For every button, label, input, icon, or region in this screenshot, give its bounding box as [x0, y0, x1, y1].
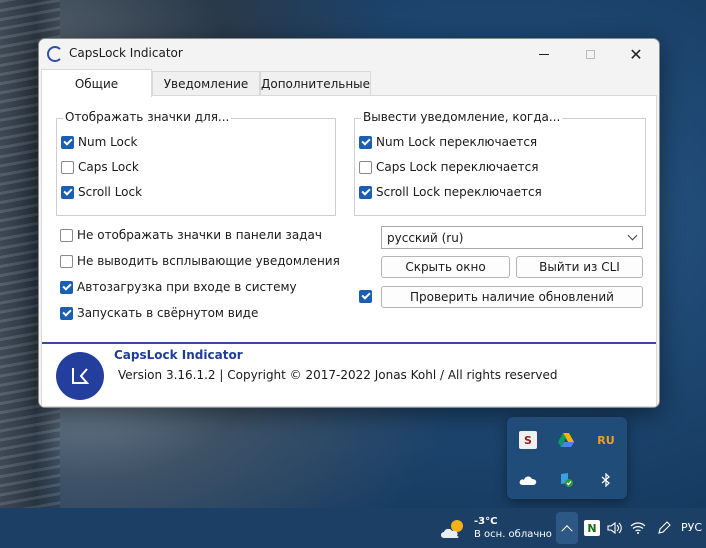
checkbox-checked[interactable]: [61, 185, 74, 199]
show-icons-legend: Отображать значки для...: [63, 110, 232, 124]
maximize-icon: [585, 49, 595, 59]
hide-taskbar-icons-checkbox[interactable]: Не отображать значки в панели задач: [60, 228, 322, 242]
window-title: CapsLock Indicator: [69, 46, 183, 60]
google-drive-glyph-icon: [558, 433, 574, 447]
capslock-app-icon: [47, 46, 63, 62]
taskbar: -3°C В осн. облачно N РУС: [0, 508, 706, 548]
notify-legend: Вывести уведомление, когда...: [361, 110, 563, 124]
numlock-icon-checkbox[interactable]: Num Lock: [61, 135, 137, 149]
settings-window: CapsLock Indicator ✕ Общие Уведомление Д…: [38, 38, 660, 408]
logo-glyph-icon: [72, 368, 90, 384]
checkbox-checked[interactable]: [61, 135, 74, 149]
checkbox-checked[interactable]: [359, 290, 372, 303]
tab-general[interactable]: Общие: [41, 69, 152, 97]
input-language-indicator[interactable]: РУС: [681, 521, 702, 534]
checkbox-unchecked[interactable]: [60, 254, 73, 268]
checkbox-label: Scroll Lock: [78, 185, 143, 199]
checkbox-unchecked[interactable]: [60, 228, 73, 242]
checkbox-label: Caps Lock переключается: [376, 160, 539, 174]
weather-widget[interactable]: -3°C В осн. облачно: [440, 516, 552, 542]
chevron-down-icon: [627, 230, 638, 241]
general-panel: Отображать значки для... Num Lock Caps L…: [41, 95, 657, 407]
check-updates-button[interactable]: Проверить наличие обновлений: [381, 286, 643, 308]
numlock-notify-checkbox[interactable]: Num Lock переключается: [359, 135, 537, 149]
cloud-glyph-icon: [519, 476, 537, 485]
wifi-glyph-icon: [630, 522, 646, 534]
show-hidden-icons-button[interactable]: [556, 512, 578, 544]
onedrive-cloud-icon[interactable]: [519, 471, 537, 489]
tab-notification[interactable]: Уведомление: [152, 71, 260, 96]
footer-divider: [42, 342, 656, 344]
ru-language-icon[interactable]: RU: [597, 431, 615, 449]
weather-description: В осн. облачно: [474, 529, 552, 540]
language-select-value: русский (ru): [387, 230, 464, 245]
checkbox-unchecked[interactable]: [359, 160, 372, 174]
ru-label: RU: [597, 433, 615, 447]
start-minimized-checkbox[interactable]: Запускать в свёрнутом виде: [60, 306, 258, 320]
show-icons-group: Отображать значки для... Num Lock Caps L…: [56, 110, 336, 216]
checkbox-label: Запускать в свёрнутом виде: [77, 306, 259, 320]
defender-shield-icon[interactable]: [557, 471, 575, 489]
notion-label: N: [587, 521, 597, 535]
footer-app-name: CapsLock Indicator: [114, 348, 243, 362]
tab-bar: Общие Уведомление Дополнительные: [39, 69, 659, 97]
pen-glyph-icon: [658, 521, 671, 534]
checkbox-label: Num Lock: [78, 135, 138, 149]
autostart-checkbox[interactable]: Автозагрузка при входе в систему: [60, 280, 297, 294]
checkbox-checked[interactable]: [60, 306, 73, 320]
checkbox-label: Не отображать значки в панели задач: [77, 228, 322, 242]
bluetooth-icon[interactable]: [597, 471, 615, 489]
checkbox-label: Num Lock переключается: [376, 135, 538, 149]
language-select[interactable]: русский (ru): [381, 226, 643, 249]
volume-icon[interactable]: [607, 520, 623, 536]
tray-overflow-flyout: S RU: [507, 417, 627, 499]
title-bar[interactable]: CapsLock Indicator ✕: [39, 39, 659, 69]
checkbox-label: Scroll Lock переключается: [376, 185, 542, 199]
minimize-icon: [539, 53, 549, 55]
google-drive-icon[interactable]: [557, 431, 575, 449]
wifi-icon[interactable]: [630, 520, 646, 536]
auto-update-checkbox[interactable]: [359, 290, 372, 303]
weather-temperature: -3°C: [474, 516, 498, 527]
hide-window-button[interactable]: Скрыть окно: [381, 256, 510, 278]
footer-version: Version 3.16.1.2 | Copyright © 2017-2022…: [118, 368, 558, 382]
s-app-icon[interactable]: S: [519, 431, 537, 449]
notify-group: Вывести уведомление, когда... Num Lock п…: [354, 110, 646, 216]
checkbox-label: Автозагрузка при входе в систему: [77, 280, 297, 294]
s-app-label: S: [524, 433, 532, 447]
disable-popups-checkbox[interactable]: Не выводить всплывающие уведомления: [60, 254, 340, 268]
notion-icon[interactable]: N: [584, 520, 600, 536]
capslock-logo-icon: [56, 352, 104, 400]
weather-cloud-sun-icon: [441, 520, 463, 538]
bluetooth-glyph-icon: [601, 473, 610, 487]
capslock-icon-checkbox[interactable]: Caps Lock: [61, 160, 139, 174]
checkbox-unchecked[interactable]: [61, 160, 74, 174]
scrolllock-icon-checkbox[interactable]: Scroll Lock: [61, 185, 142, 199]
exit-button[interactable]: Выйти из CLI: [516, 256, 643, 278]
checkbox-label: Не выводить всплывающие уведомления: [77, 254, 340, 268]
checkbox-checked[interactable]: [359, 135, 372, 149]
pen-icon[interactable]: [656, 520, 672, 536]
close-icon: ✕: [629, 44, 643, 64]
maximize-button[interactable]: [567, 39, 613, 69]
chevron-up-icon: [561, 525, 573, 537]
minimize-button[interactable]: [521, 39, 567, 69]
shield-glyph-icon: [561, 473, 573, 487]
capslock-notify-checkbox[interactable]: Caps Lock переключается: [359, 160, 538, 174]
speaker-glyph-icon: [607, 521, 622, 535]
tab-advanced[interactable]: Дополнительные: [260, 71, 371, 96]
scrolllock-notify-checkbox[interactable]: Scroll Lock переключается: [359, 185, 542, 199]
checkbox-checked[interactable]: [359, 185, 372, 199]
checkbox-checked[interactable]: [60, 280, 73, 294]
close-button[interactable]: ✕: [613, 39, 659, 69]
checkbox-label: Caps Lock: [78, 160, 139, 174]
